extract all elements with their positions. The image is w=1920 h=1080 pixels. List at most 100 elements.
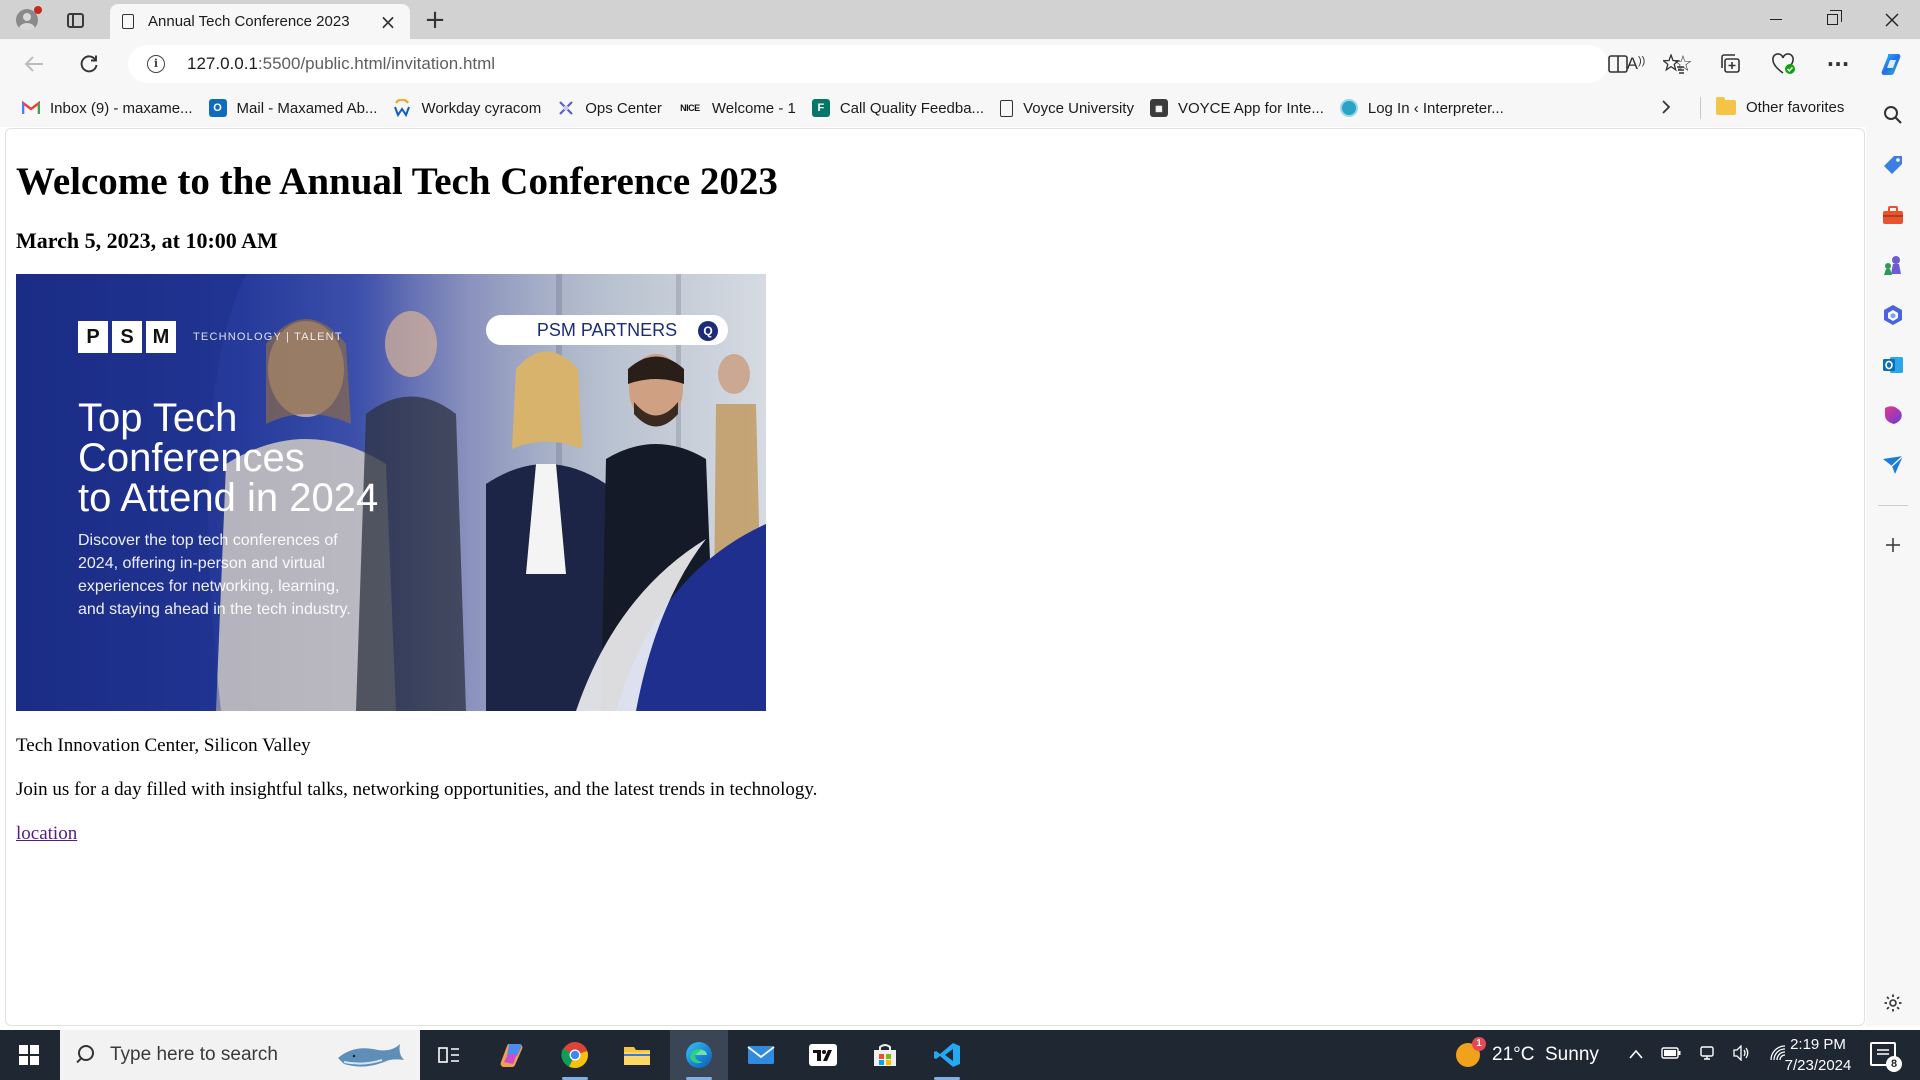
back-button[interactable] (18, 48, 50, 80)
address-bar[interactable]: i 127.0.0.1:5500/public.html/invitation.… (128, 45, 1693, 83)
taskbar-chrome[interactable] (546, 1030, 604, 1080)
favorite-voyce-university[interactable]: Voyce University (992, 93, 1142, 123)
task-view-button[interactable] (420, 1030, 478, 1080)
taskbar-copilot[interactable] (484, 1030, 542, 1080)
partners-label: PSM PARTNERS (536, 319, 678, 340)
page-icon (1000, 99, 1014, 117)
weather-widget[interactable]: 1 21°C Sunny (1456, 1030, 1599, 1080)
sidebar-drop-button[interactable] (1866, 447, 1920, 483)
ops-center-icon (557, 99, 575, 117)
url-text[interactable]: 127.0.0.1:5500/public.html/invitation.ht… (187, 54, 495, 74)
taskbar-tradingview[interactable] (794, 1030, 852, 1080)
taskbar-mail[interactable] (732, 1030, 790, 1080)
favorite-gmail[interactable]: Inbox (9) - maxame... (14, 93, 201, 123)
browser-essentials-button[interactable] (1766, 48, 1802, 80)
conference-banner-image: P S M TECHNOLOGY | TALENT PSM PARTNERS Q… (16, 274, 766, 712)
designer-icon (1885, 406, 1902, 424)
sidebar-designer-button[interactable] (1866, 397, 1920, 433)
copilot-button[interactable] (1874, 48, 1910, 80)
sidebar-settings-button[interactable] (1866, 985, 1920, 1021)
shopping-tag-icon (1884, 156, 1902, 174)
meet-now-icon[interactable] (1699, 1045, 1715, 1066)
location-link[interactable]: location (16, 823, 77, 845)
collections-button[interactable] (1712, 48, 1748, 80)
battery-icon[interactable] (1661, 1046, 1681, 1064)
close-window-button[interactable] (1864, 0, 1920, 39)
mail-icon (747, 1046, 775, 1064)
tab-active[interactable]: Annual Tech Conference 2023 × (110, 4, 410, 39)
gmail-icon (22, 99, 40, 117)
tab-close-button[interactable]: × (378, 12, 398, 32)
web-page-viewport: Welcome to the Annual Tech Conference 20… (5, 128, 1865, 1026)
minimize-button[interactable] (1748, 0, 1804, 39)
sidebar-microsoft365-button[interactable] (1866, 297, 1920, 333)
site-info-icon[interactable]: i (147, 55, 165, 73)
taskbar-file-explorer[interactable] (608, 1030, 666, 1080)
favorite-ops-center[interactable]: Ops Center (549, 93, 670, 123)
favorite-login-interpreter[interactable]: Log In ‹ Interpreter... (1332, 93, 1512, 123)
edge-sidebar (1866, 89, 1920, 1026)
sidebar-tools-button[interactable] (1866, 197, 1920, 233)
read-aloud-wave-icon: )) (1638, 55, 1646, 67)
favorite-label: Log In ‹ Interpreter... (1367, 99, 1504, 117)
psm-logo-icon: Q (698, 321, 718, 342)
microsoft365-icon (1884, 305, 1902, 325)
copilot-icon (1881, 54, 1901, 75)
taskbar-clock[interactable]: 2:19 PM 7/23/2024 (1768, 1034, 1868, 1076)
restore-icon (1826, 10, 1842, 25)
more-icon: ··· (1826, 52, 1850, 76)
other-favorites-folder[interactable]: Other favorites (1716, 92, 1844, 122)
collections-icon (1721, 54, 1740, 73)
favorite-workday[interactable]: Workday cyracom (385, 93, 549, 123)
start-button[interactable] (0, 1030, 58, 1080)
taskbar-edge[interactable] (670, 1030, 728, 1080)
favorite-label: Ops Center (585, 99, 662, 117)
sidebar-shopping-button[interactable] (1866, 147, 1920, 183)
brand-letter: M (146, 321, 176, 354)
restore-button[interactable] (1804, 0, 1860, 39)
taskbar-search[interactable]: Type here to search (60, 1030, 420, 1080)
more-favorites-chevron-icon[interactable] (1660, 96, 1672, 120)
sidebar-add-button[interactable] (1866, 527, 1920, 563)
search-highlight-whale-icon (338, 1044, 404, 1067)
speaker-icon[interactable] (1733, 1043, 1751, 1066)
favorite-welcome[interactable]: NICE Welcome - 1 (670, 93, 804, 123)
store-icon (874, 1044, 896, 1066)
new-tab-button[interactable]: + (420, 6, 450, 34)
brand-letter: P (78, 321, 108, 354)
event-description: Join us for a day filled with insightful… (16, 779, 818, 801)
favorite-label: Voyce University (1023, 99, 1134, 117)
settings-more-button[interactable]: ··· (1820, 48, 1856, 80)
paper-plane-icon (1883, 455, 1904, 474)
favorites-button[interactable] (1656, 48, 1692, 80)
workday-icon (393, 99, 411, 117)
reload-button[interactable] (73, 48, 105, 80)
sidebar-search-button[interactable] (1866, 97, 1920, 133)
favorite-voyce-app[interactable]: ▦ VOYCE App for Inte... (1142, 93, 1332, 123)
sidebar-games-button[interactable] (1866, 247, 1920, 283)
taskbar-store[interactable] (856, 1030, 914, 1080)
brand-tagline: TECHNOLOGY | TALENT (193, 331, 343, 344)
taskbar-vscode[interactable] (918, 1030, 976, 1080)
tab-title: Annual Tech Conference 2023 (148, 13, 350, 30)
favorites-divider (1700, 97, 1701, 119)
banner-description: Discover the top tech conferences of 202… (78, 532, 351, 619)
page-icon (122, 14, 134, 29)
favorites-bar: Inbox (9) - maxame... O Mail - Maxamed A… (0, 89, 1920, 127)
page-heading: Welcome to the Annual Tech Conference 20… (16, 160, 778, 203)
brand-letter: S (112, 321, 142, 354)
url-host: 127.0.0.1 (187, 54, 258, 73)
favorite-mail[interactable]: O Mail - Maxamed Ab... (201, 93, 386, 123)
favorite-call-quality[interactable]: F Call Quality Feedba... (804, 93, 992, 123)
sidebar-outlook-button[interactable] (1866, 347, 1920, 383)
event-date: March 5, 2023, at 10:00 AM (16, 227, 278, 253)
arrow-left-icon (24, 56, 43, 72)
tradingview-icon (809, 1044, 837, 1066)
chevron-up-icon[interactable] (1629, 1046, 1643, 1064)
favorite-label: VOYCE App for Inte... (1177, 99, 1324, 117)
notification-center-button[interactable]: 8 (1870, 1042, 1902, 1072)
clock-time: 2:19 PM (1790, 1036, 1846, 1053)
split-screen-button[interactable] (1600, 48, 1636, 80)
tab-actions-button[interactable] (62, 9, 88, 31)
search-icon (1884, 106, 1902, 124)
